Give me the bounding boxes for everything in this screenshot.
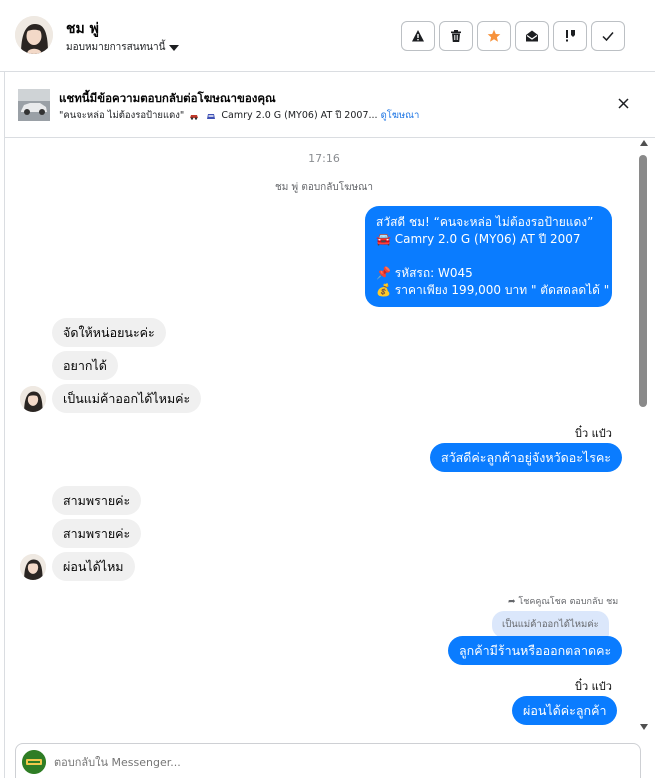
incoming-message[interactable]: สามพรายค่ะ — [52, 486, 142, 515]
contact-avatar-small[interactable] — [20, 386, 46, 412]
spam-button[interactable] — [401, 21, 435, 51]
ad-description: Camry 2.0 G (MY06) AT ปี 2007... — [221, 110, 378, 121]
scroll-up-icon[interactable] — [640, 140, 648, 146]
contact-name: ชม พู่ — [66, 21, 99, 37]
quoted-message[interactable]: เป็นแม่ค้าออกได้ไหมค่ะ — [492, 611, 609, 638]
contact-avatar-small[interactable] — [20, 554, 46, 580]
agent-name: บิ๋ว แป๋ว — [575, 680, 612, 693]
alert-triangle-icon — [412, 30, 424, 42]
ad-banner-subtitle: "คนจะหล่อ ไม่ต้องรอป้ายแดง" Camry 2.0 G … — [59, 108, 419, 123]
mark-unread-icon — [526, 30, 538, 42]
ad-headline: "คนจะหล่อ ไม่ต้องรอป้ายแดง" — [59, 110, 185, 121]
close-icon — [617, 97, 629, 109]
message-composer — [15, 743, 641, 778]
scrollbar-thumb[interactable] — [639, 155, 647, 407]
outgoing-message[interactable]: ลูกค้ามีร้านหรือออกตลาดคะ — [448, 636, 623, 665]
car-front-icon — [207, 113, 216, 119]
done-button[interactable] — [591, 21, 625, 51]
message-thread[interactable]: 17:16 ชม พู่ ตอบกลับโฆษณา สวัสดี ชม! “คน… — [5, 138, 655, 734]
incoming-message[interactable]: ผ่อนได้ไหม — [52, 552, 135, 581]
chat-scrollbar[interactable] — [636, 138, 652, 734]
ad-banner-title: แชทนี้มีข้อความตอบกลับต่อโฆษณาของคุณ — [59, 91, 276, 105]
delete-button[interactable] — [439, 21, 473, 51]
reply-context: ➦ โชคคูณโชค ตอบกลับ ชม — [508, 594, 618, 608]
follow-up-icon — [566, 30, 575, 42]
reply-arrow-icon: ➦ — [508, 597, 516, 607]
view-ad-link[interactable]: ดูโฆษณา — [381, 110, 420, 121]
ad-thumbnail[interactable] — [18, 89, 50, 121]
trash-icon — [451, 30, 461, 42]
replied-to-ad-notice: ชม พู่ ตอบกลับโฆษณา — [275, 182, 373, 193]
incoming-message[interactable]: จัดให้หน่อยนะค่ะ — [52, 318, 166, 347]
assign-dropdown[interactable]: มอบหมายการสนทนานี้ — [66, 40, 180, 55]
action-toolbar — [401, 21, 625, 51]
reply-input[interactable] — [54, 756, 614, 769]
conversation-header: ชม พู่ มอบหมายการสนทนานี้ — [0, 0, 655, 72]
star-icon — [487, 29, 501, 42]
timestamp: 17:16 — [308, 152, 340, 165]
agent-name: บิ๋ว แป๋ว — [575, 427, 612, 440]
star-button[interactable] — [477, 21, 511, 51]
caret-down-icon — [169, 44, 180, 51]
reply-context-label: โชคคูณโชค ตอบกลับ ชม — [518, 597, 619, 607]
outgoing-message[interactable]: ผ่อนได้ค่ะลูกค้า — [512, 696, 618, 725]
incoming-message[interactable]: อยากได้ — [52, 351, 118, 380]
incoming-message[interactable]: เป็นแม่ค้าออกได้ไหมค่ะ — [52, 384, 202, 413]
mark-unread-button[interactable] — [515, 21, 549, 51]
ad-reply-banner: แชทนี้มีข้อความตอบกลับต่อโฆษณาของคุณ "คน… — [5, 72, 655, 138]
page-avatar — [22, 750, 46, 774]
close-banner-button[interactable] — [614, 94, 632, 112]
follow-up-button[interactable] — [553, 21, 587, 51]
incoming-message[interactable]: สามพรายค่ะ — [52, 519, 142, 548]
scroll-down-icon[interactable] — [640, 724, 648, 730]
car-icon — [190, 114, 199, 120]
outgoing-message[interactable]: สวัสดีค่ะลูกค้าอยู่จังหวัดอะไรคะ — [430, 443, 623, 472]
check-icon — [602, 32, 614, 42]
assign-label: มอบหมายการสนทนานี้ — [66, 42, 166, 53]
ad-greeting-message[interactable]: สวัสดี ชม! “คนจะหล่อ ไม่ต้องรอป้ายแดง” 🚘… — [365, 206, 612, 307]
contact-avatar[interactable] — [15, 16, 53, 54]
